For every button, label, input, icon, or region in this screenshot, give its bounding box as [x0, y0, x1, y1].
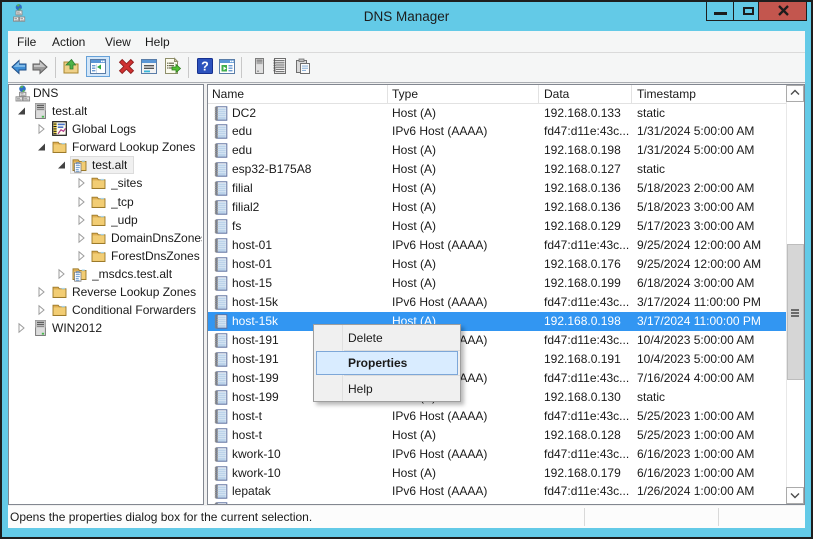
svg-text:?: ?	[201, 60, 209, 74]
